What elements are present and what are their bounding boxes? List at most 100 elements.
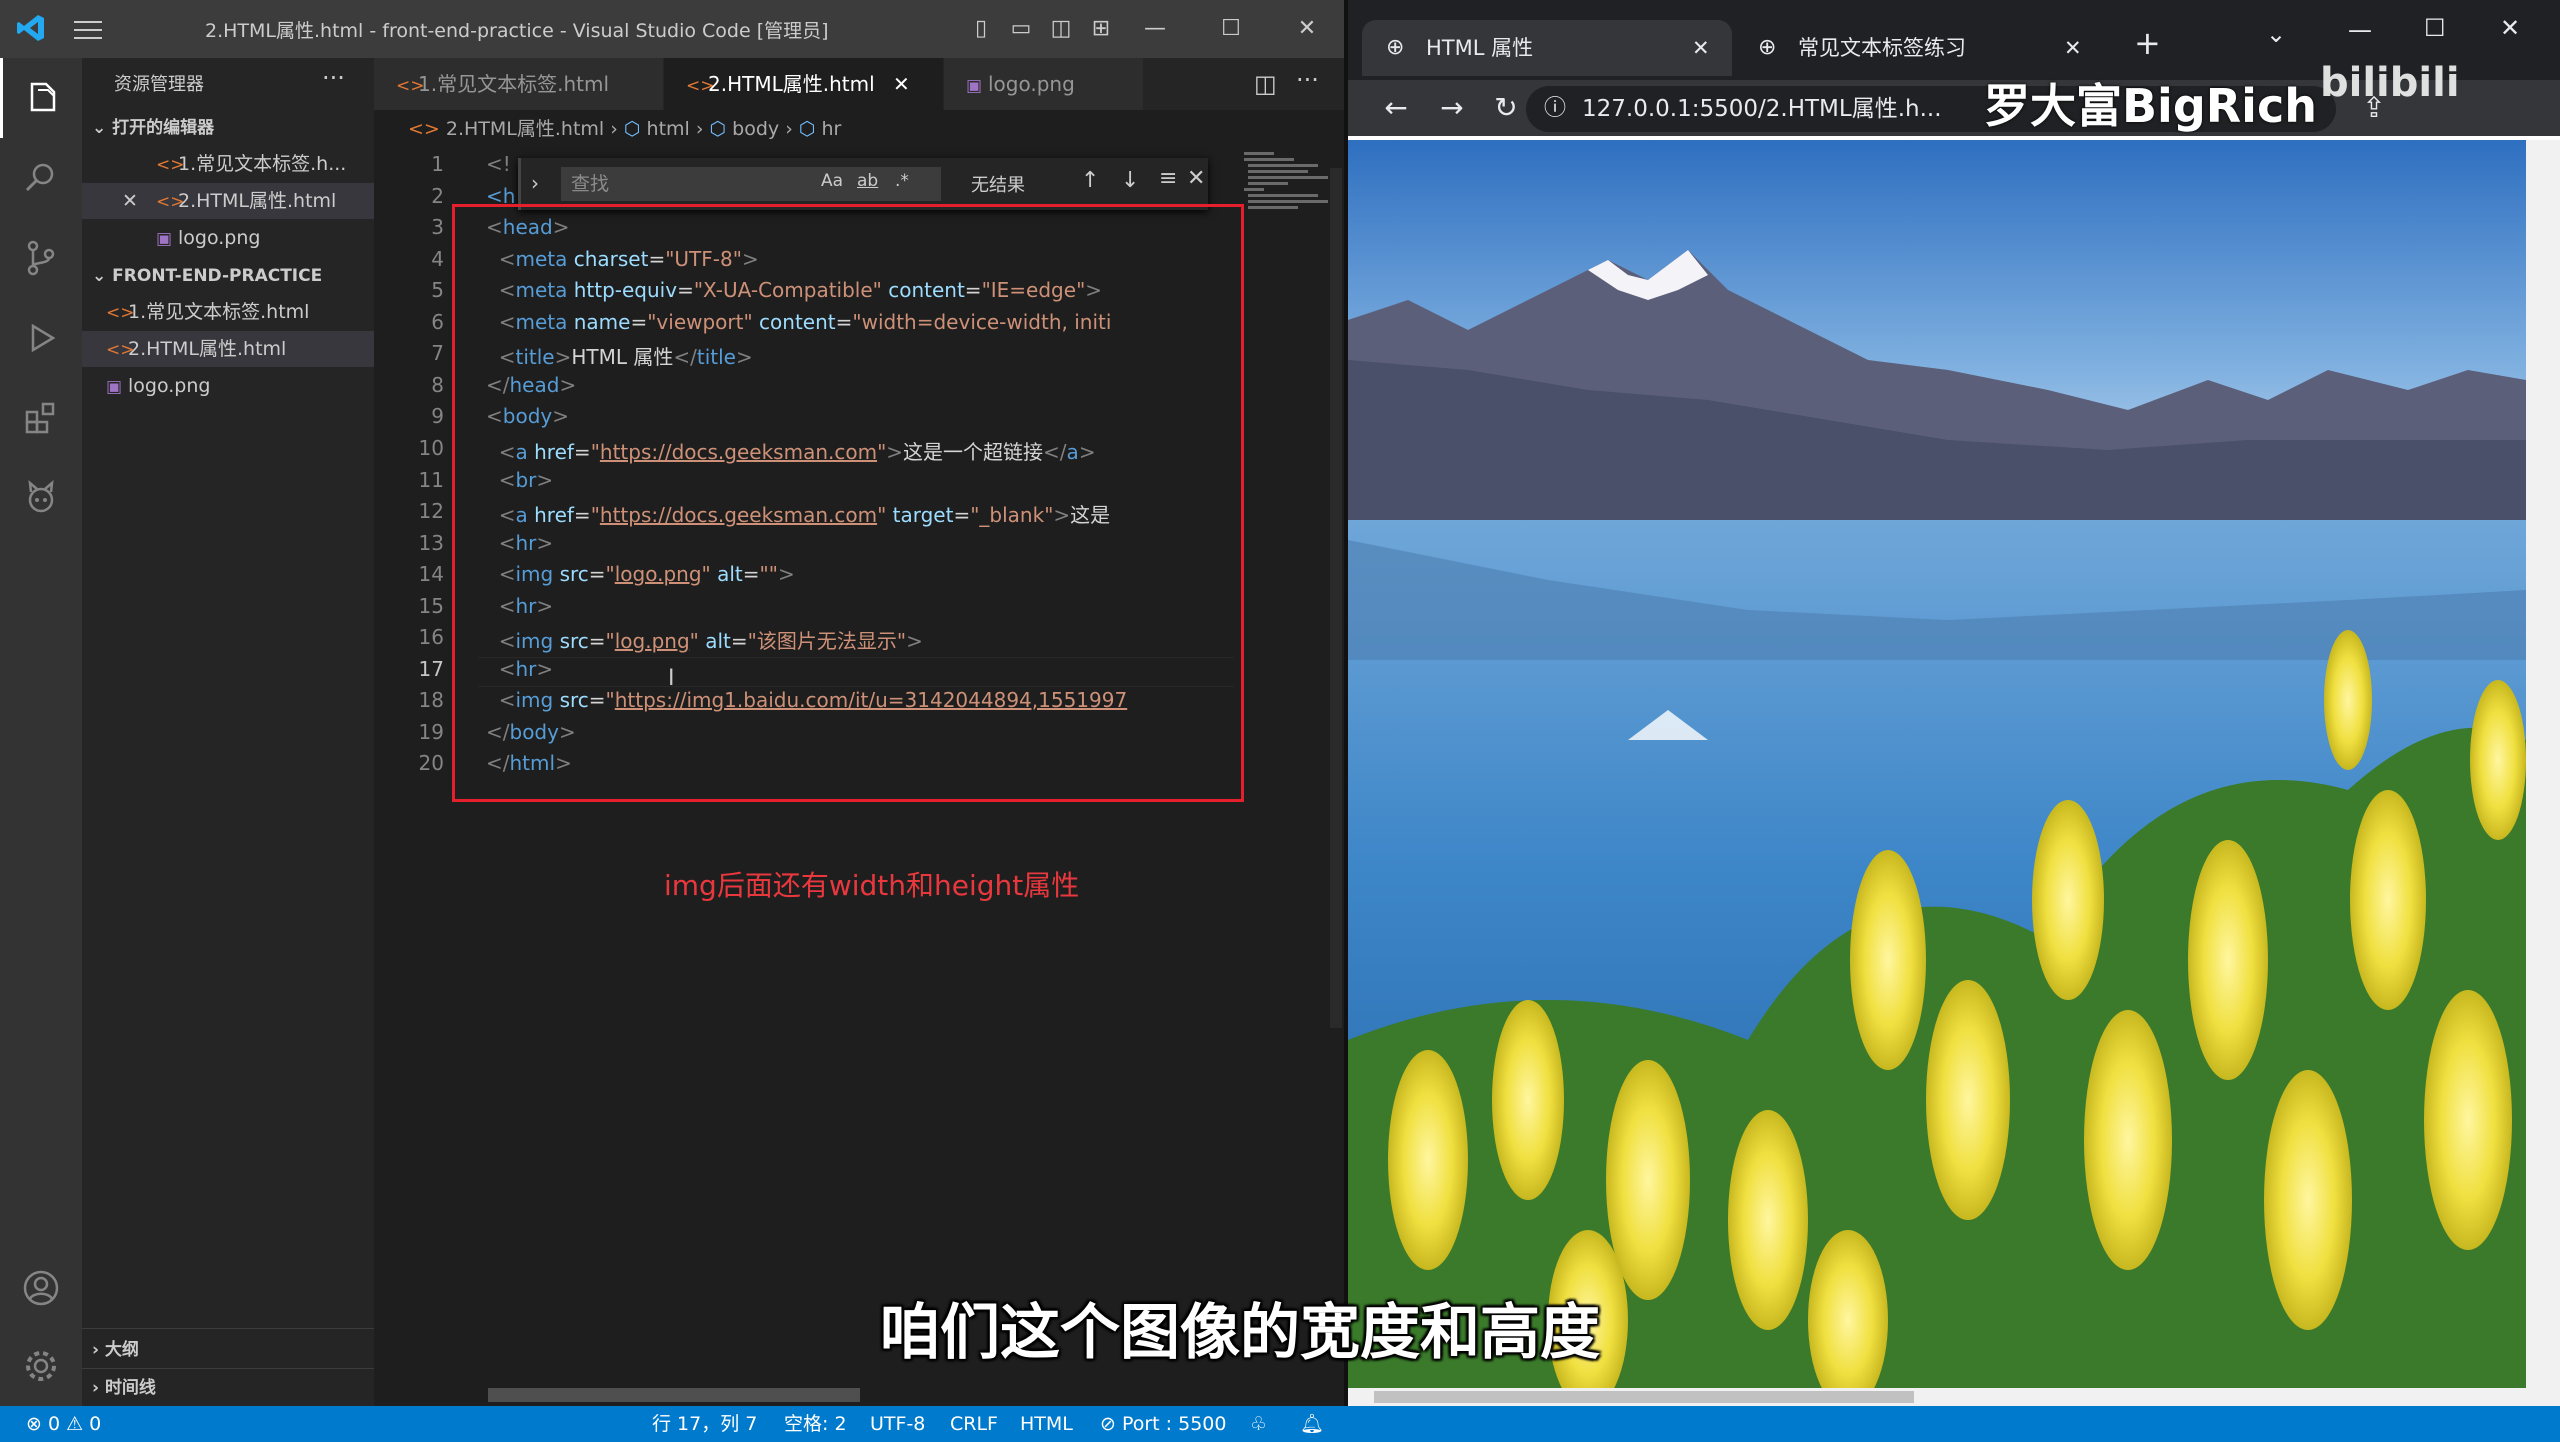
html-file-icon: <>: [408, 118, 446, 140]
minimize-icon[interactable]: —: [2348, 16, 2372, 44]
extension-cat-icon[interactable]: [0, 458, 82, 538]
line-ending[interactable]: CRLF: [950, 1406, 998, 1442]
split-layout-icon[interactable]: ◫: [1046, 14, 1076, 44]
image-file-icon: ▣: [966, 76, 983, 96]
toggle-sidebar-icon[interactable]: ▯: [966, 14, 996, 44]
globe-icon: ⊕: [1758, 35, 1777, 60]
run-debug-icon[interactable]: [0, 298, 82, 378]
browser-tab-html-attributes[interactable]: ⊕ HTML 属性 ✕: [1362, 20, 1732, 76]
feedback-icon[interactable]: ♧: [1250, 1406, 1267, 1442]
maximize-icon[interactable]: ☐: [1216, 14, 1246, 44]
settings-gear-icon[interactable]: [0, 1326, 82, 1406]
image-file-icon: ▣: [106, 377, 123, 397]
breadcrumb-hr[interactable]: hr: [821, 118, 841, 140]
page-vertical-scrollbar[interactable]: [2526, 140, 2560, 1390]
cursor-position[interactable]: 行 17，列 7: [652, 1406, 757, 1442]
indentation[interactable]: 空格: 2: [784, 1406, 847, 1442]
element-icon: ⬡: [798, 118, 822, 140]
breadcrumb: <> 2.HTML属性.html › ⬡ html › ⬡ body › ⬡ h…: [374, 110, 1344, 148]
open-editor-item[interactable]: ✕ <>2.HTML属性.html: [82, 183, 374, 219]
close-window-icon[interactable]: ✕: [1292, 14, 1322, 44]
search-icon[interactable]: [0, 138, 82, 218]
element-icon: ⬡: [709, 118, 733, 140]
find-result: 无结果: [971, 175, 1025, 196]
line-number: 9: [431, 404, 444, 428]
chevron-right-icon: ›: [610, 118, 624, 140]
chevron-right-icon: ›: [785, 118, 799, 140]
horizontal-scrollbar[interactable]: [488, 1388, 860, 1402]
html-file-icon: <>: [156, 192, 185, 212]
close-tab-icon[interactable]: ✕: [2064, 20, 2082, 76]
chevron-down-icon: ⌄: [92, 266, 113, 286]
close-window-icon[interactable]: ✕: [2500, 14, 2520, 42]
match-case-icon[interactable]: Aa: [821, 171, 843, 191]
element-icon: ⬡: [623, 118, 647, 140]
minimap[interactable]: [1240, 148, 1340, 258]
language-mode[interactable]: HTML: [1020, 1406, 1073, 1442]
browser-tab-text-tags[interactable]: ⊕ 常见文本标签练习 ✕: [1734, 20, 2104, 76]
info-icon: ⓘ: [1544, 96, 1567, 121]
divider: [82, 1368, 374, 1369]
breadcrumb-file[interactable]: 2.HTML属性.html: [446, 118, 604, 140]
project-file-item[interactable]: <>1.常见文本标签.html: [82, 294, 374, 330]
tab-logo-png[interactable]: ▣ logo.png: [944, 58, 1144, 110]
maximize-icon[interactable]: ☐: [2424, 14, 2446, 42]
project-folder-header[interactable]: ⌄ FRONT-END-PRACTICE: [82, 258, 374, 294]
open-editor-item[interactable]: ▣ logo.png: [82, 220, 374, 256]
timeline-header[interactable]: › 时间线: [82, 1370, 374, 1406]
toggle-panel-icon[interactable]: ▭: [1006, 14, 1036, 44]
open-editor-item[interactable]: <>1.常见文本标签.h...: [82, 146, 374, 182]
tab-search-icon[interactable]: ⌄: [2266, 20, 2286, 48]
arrow-down-icon[interactable]: ↓: [1121, 168, 1139, 193]
back-icon[interactable]: ←: [1378, 90, 1414, 126]
extensions-icon[interactable]: [0, 378, 82, 458]
open-editors-header[interactable]: ⌄ 打开的编辑器: [82, 110, 374, 146]
tab-2-html-attributes[interactable]: <>2.HTML属性.html ✕: [664, 58, 944, 110]
forward-icon[interactable]: →: [1434, 90, 1470, 126]
project-file-item[interactable]: ▣ logo.png: [82, 368, 374, 404]
notifications-icon[interactable]: 🔔︎: [1300, 1406, 1324, 1442]
split-editor-icon[interactable]: ◫: [1254, 70, 1277, 98]
project-file-item[interactable]: <>2.HTML属性.html: [82, 331, 374, 367]
line-number: 1: [431, 152, 444, 176]
outline-header[interactable]: › 大纲: [82, 1332, 374, 1368]
explorer-icon[interactable]: [0, 58, 82, 138]
uploader-watermark: 罗大富BigRich: [1984, 79, 2317, 133]
breadcrumb-body[interactable]: body: [732, 118, 779, 140]
live-server-port[interactable]: ⊘ Port : 5500: [1100, 1406, 1226, 1442]
close-icon[interactable]: ✕: [122, 183, 156, 219]
menu-icon[interactable]: [74, 20, 102, 44]
scrollbar-thumb[interactable]: [1374, 1391, 1914, 1403]
close-tab-icon[interactable]: ✕: [1692, 20, 1710, 76]
line-number: 10: [418, 436, 444, 460]
find-input[interactable]: 查找: [561, 167, 941, 201]
breadcrumb-html[interactable]: html: [647, 118, 690, 140]
arrow-up-icon[interactable]: ↑: [1081, 168, 1099, 193]
more-actions-icon[interactable]: ···: [1296, 66, 1319, 94]
html-file-icon: <>: [396, 76, 425, 96]
image-file-icon: ▣: [156, 229, 173, 249]
account-icon[interactable]: [0, 1248, 82, 1328]
problems-indicator[interactable]: ⊗ 0 ⚠ 0: [26, 1406, 101, 1442]
new-tab-icon[interactable]: +: [2134, 24, 2161, 62]
page-horizontal-scrollbar[interactable]: [1348, 1388, 2560, 1406]
reload-icon[interactable]: ↻: [1488, 90, 1524, 126]
vertical-scrollbar[interactable]: [1330, 168, 1342, 1028]
vscode-logo-icon: [16, 13, 46, 47]
regex-icon[interactable]: .*: [895, 171, 909, 191]
video-subtitle: 咱们这个图像的宽度和高度: [880, 1298, 1600, 1368]
minimize-icon[interactable]: —: [1140, 14, 1170, 44]
source-control-icon[interactable]: [0, 218, 82, 298]
encoding[interactable]: UTF-8: [870, 1406, 925, 1442]
close-icon[interactable]: ✕: [1187, 166, 1205, 191]
chevron-right-icon[interactable]: ›: [531, 171, 539, 195]
find-widget: › 查找 Aa ab .* 无结果 ↑ ↓ ≡ ✕: [518, 158, 1208, 210]
find-in-selection-icon[interactable]: ≡: [1159, 166, 1177, 191]
more-actions-icon[interactable]: ···: [322, 64, 345, 92]
close-tab-icon[interactable]: ✕: [893, 72, 910, 96]
line-number: 4: [431, 247, 444, 271]
match-word-icon[interactable]: ab: [857, 171, 878, 191]
tab-1-common-text-tags[interactable]: <>1.常见文本标签.html: [374, 58, 664, 110]
line-number: 17: [418, 657, 444, 681]
customize-layout-icon[interactable]: ⊞: [1086, 14, 1116, 44]
